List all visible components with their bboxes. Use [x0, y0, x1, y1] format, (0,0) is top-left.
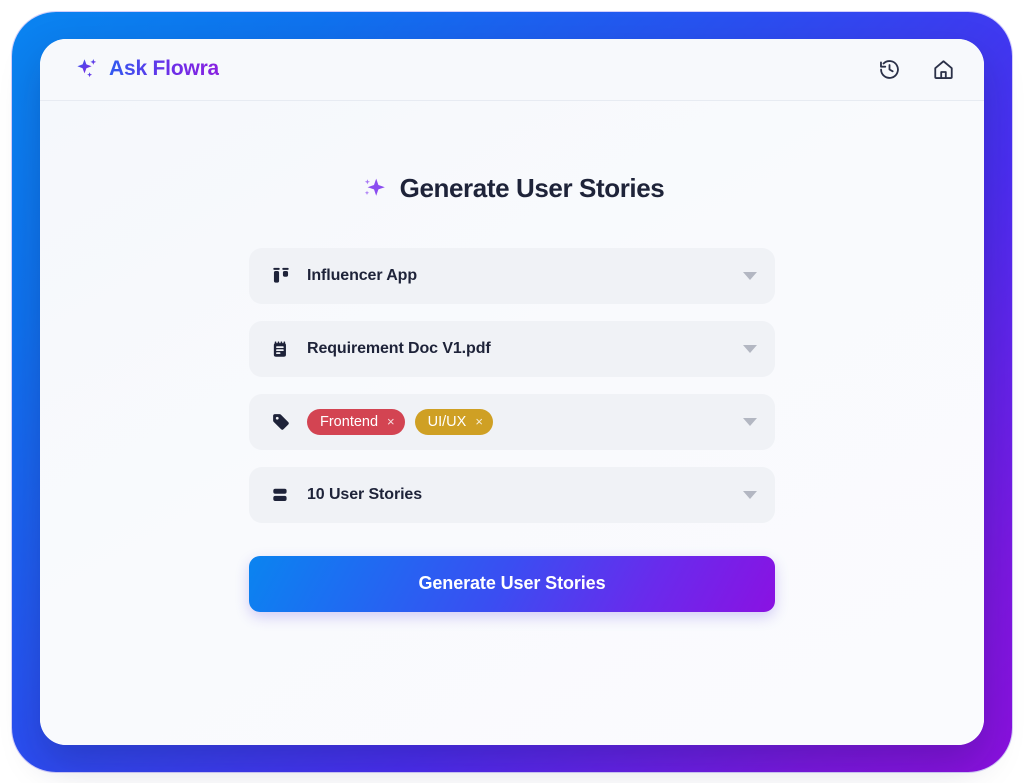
chevron-down-icon[interactable]	[743, 417, 757, 426]
tag-icon	[269, 410, 293, 434]
home-icon[interactable]	[930, 56, 956, 82]
tag-chip-label: Frontend	[320, 413, 379, 430]
rows-stack-icon	[269, 483, 293, 507]
gradient-frame: Ask Flowra Generate User Stories Influen…	[12, 11, 1012, 772]
tag-chip-remove-icon[interactable]: ×	[475, 415, 483, 428]
history-icon[interactable]	[876, 56, 902, 82]
count-select-value: 10 User Stories	[307, 485, 423, 503]
app-header: Ask Flowra	[40, 38, 984, 101]
header-actions	[876, 56, 956, 82]
app-window: Ask Flowra Generate User Stories Influen…	[40, 38, 984, 745]
app-body: Generate User Stories Influencer App Req…	[40, 100, 984, 745]
tag-chip[interactable]: Frontend ×	[307, 408, 405, 435]
generate-user-stories-button[interactable]: Generate User Stories	[249, 555, 775, 612]
count-select[interactable]: 10 User Stories	[249, 466, 775, 523]
notepad-document-icon	[269, 337, 293, 361]
document-select-value: Requirement Doc V1.pdf	[307, 339, 491, 357]
chevron-down-icon[interactable]	[743, 271, 757, 280]
page-title: Generate User Stories	[360, 173, 665, 204]
tag-chip[interactable]: UI/UX ×	[414, 408, 493, 435]
tag-chip-list: Frontend × UI/UX ×	[307, 408, 743, 435]
brand-name: Ask Flowra	[109, 57, 220, 80]
tag-chip-remove-icon[interactable]: ×	[387, 415, 395, 428]
project-board-icon	[269, 264, 293, 288]
sparkle-icon	[360, 173, 390, 203]
tag-chip-label: UI/UX	[427, 413, 467, 430]
brand-logo[interactable]: Ask Flowra	[74, 56, 219, 82]
page-title-text: Generate User Stories	[399, 172, 665, 203]
document-select[interactable]: Requirement Doc V1.pdf	[249, 320, 775, 377]
chevron-down-icon[interactable]	[743, 344, 757, 353]
project-select-value: Influencer App	[307, 266, 418, 284]
form-stack: Influencer App Requirement Doc V1.pdf Fr…	[249, 247, 775, 612]
sparkles-icon	[74, 56, 100, 82]
project-select[interactable]: Influencer App	[249, 247, 775, 304]
chevron-down-icon[interactable]	[743, 490, 757, 499]
tags-select[interactable]: Frontend × UI/UX ×	[249, 393, 775, 450]
